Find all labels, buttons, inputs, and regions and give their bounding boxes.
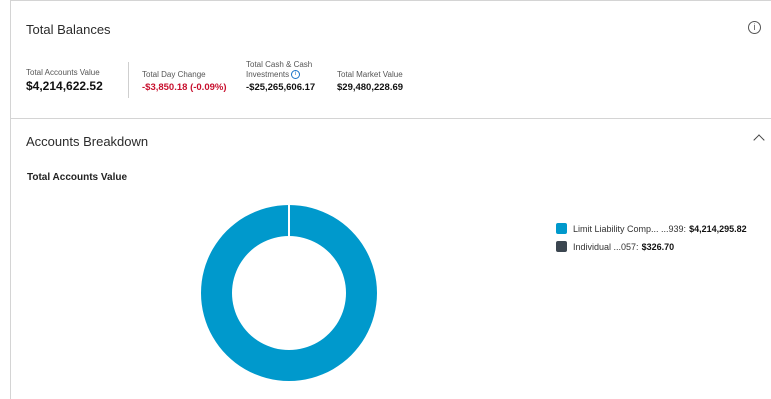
- info-icon[interactable]: i: [748, 21, 761, 34]
- legend-label-individual: Individual ...057: [573, 241, 637, 252]
- total-balances-title: Total Balances: [26, 22, 111, 37]
- total-market-value: $29,480,228.69: [337, 82, 404, 93]
- total-cash-value: -$25,265,606.17: [246, 82, 316, 93]
- legend-swatch-llc: [556, 223, 567, 234]
- legend-value-individual: $326.70: [641, 241, 675, 252]
- total-cash-label-line1: Total Cash & Cash: [246, 60, 313, 69]
- accounts-breakdown-title: Accounts Breakdown: [26, 134, 149, 149]
- legend-item-individual: Individual ...057: $326.70: [556, 241, 674, 252]
- total-accounts-value-label: Total Accounts Value: [26, 68, 100, 77]
- section-divider: [11, 118, 771, 119]
- cash-info-icon[interactable]: i: [291, 70, 301, 80]
- donut-chart: [201, 204, 378, 381]
- chart-title: Total Accounts Value: [27, 172, 128, 183]
- metric-separator: [128, 62, 129, 98]
- chevron-up-icon[interactable]: [753, 134, 765, 146]
- legend-swatch-individual: [556, 241, 567, 252]
- total-day-change-label: Total Day Change: [142, 70, 206, 79]
- total-accounts-value: $4,214,622.52: [26, 79, 103, 93]
- total-cash-label: Total Cash & Cash Investments i: [246, 60, 312, 80]
- legend-value-llc: $4,214,295.82: [689, 223, 747, 234]
- total-day-change-value: -$3,850.18 (-0.09%): [142, 82, 227, 93]
- balances-panel: Total Balances i Total Accounts Value $4…: [10, 0, 771, 399]
- legend-label-llc: Limit Liability Comp... ...939: [573, 223, 684, 234]
- total-cash-label-line2: Investments: [246, 70, 290, 79]
- legend-item-llc: Limit Liability Comp... ...939: $4,214,2…: [556, 223, 747, 234]
- total-market-value-label: Total Market Value: [337, 70, 403, 79]
